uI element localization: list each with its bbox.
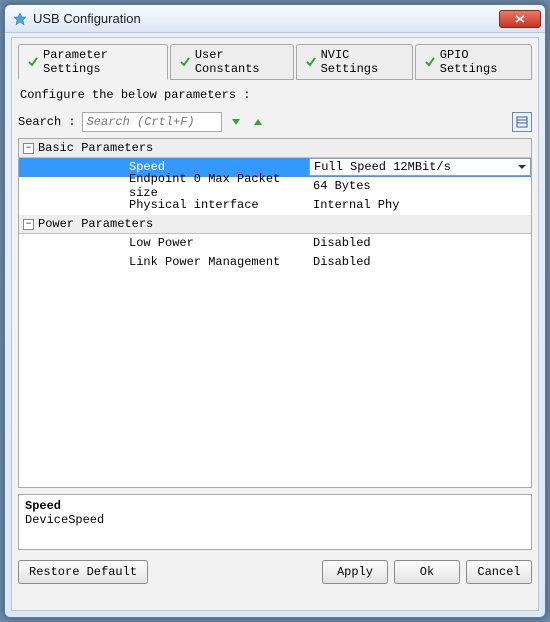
param-label: Low Power: [19, 236, 309, 250]
tab-label: GPIO Settings: [440, 48, 523, 76]
check-icon: [179, 56, 191, 68]
tab-nvic-settings[interactable]: NVIC Settings: [296, 44, 413, 80]
param-row-phy[interactable]: Physical interface Internal Phy: [19, 196, 531, 215]
tab-label: NVIC Settings: [321, 48, 404, 76]
restore-default-button[interactable]: Restore Default: [18, 560, 148, 584]
show-grid-button[interactable]: [512, 112, 532, 132]
cancel-button[interactable]: Cancel: [466, 560, 532, 584]
param-label: Link Power Management: [19, 255, 309, 269]
collapse-icon[interactable]: −: [23, 143, 34, 154]
tab-user-constants[interactable]: User Constants: [170, 44, 294, 80]
group-basic-parameters[interactable]: − Basic Parameters: [19, 139, 531, 158]
param-row-ep0[interactable]: Endpoint 0 Max Packet size 64 Bytes: [19, 177, 531, 196]
collapse-icon[interactable]: −: [23, 219, 34, 230]
param-value[interactable]: 64 Bytes: [309, 179, 531, 193]
description-box: Speed DeviceSpeed: [18, 494, 532, 550]
group-power-parameters[interactable]: − Power Parameters: [19, 215, 531, 234]
param-row-lpm[interactable]: Link Power Management Disabled: [19, 253, 531, 272]
tab-gpio-settings[interactable]: GPIO Settings: [415, 44, 532, 80]
param-value-text: Full Speed 12MBit/s: [314, 160, 451, 174]
search-label: Search :: [18, 115, 76, 129]
check-icon: [305, 56, 317, 68]
search-input[interactable]: [82, 112, 222, 132]
tab-parameter-settings[interactable]: Parameter Settings: [18, 44, 168, 80]
ok-button[interactable]: Ok: [394, 560, 460, 584]
tab-label: User Constants: [195, 48, 285, 76]
button-row: Restore Default Apply Ok Cancel: [18, 560, 532, 584]
list-icon: [516, 116, 528, 128]
param-dropdown-speed[interactable]: Full Speed 12MBit/s: [309, 158, 531, 176]
group-label: Power Parameters: [38, 217, 153, 231]
search-row: Search :: [18, 112, 532, 132]
window: USB Configuration Parameter Settings Use…: [4, 4, 546, 618]
param-row-lowpower[interactable]: Low Power Disabled: [19, 234, 531, 253]
description-title: Speed: [25, 499, 525, 513]
search-prev-button[interactable]: [250, 114, 266, 130]
client-area: Parameter Settings User Constants NVIC S…: [11, 37, 539, 611]
check-icon: [424, 56, 436, 68]
param-value[interactable]: Disabled: [309, 236, 531, 250]
instruction-text: Configure the below parameters :: [20, 88, 532, 102]
titlebar[interactable]: USB Configuration: [5, 5, 545, 33]
tab-label: Parameter Settings: [43, 48, 159, 76]
apply-button[interactable]: Apply: [322, 560, 388, 584]
close-button[interactable]: [499, 10, 541, 28]
close-icon: [515, 15, 525, 23]
app-icon: [13, 12, 27, 26]
chevron-down-icon: [518, 165, 526, 169]
check-icon: [27, 56, 39, 68]
param-label: Physical interface: [19, 198, 309, 212]
group-label: Basic Parameters: [38, 141, 153, 155]
arrow-down-icon: [230, 116, 242, 128]
param-value[interactable]: Disabled: [309, 255, 531, 269]
search-next-button[interactable]: [228, 114, 244, 130]
tabstrip: Parameter Settings User Constants NVIC S…: [18, 44, 532, 80]
window-title: USB Configuration: [33, 11, 141, 26]
parameter-grid: − Basic Parameters Speed Full Speed 12MB…: [18, 138, 532, 488]
description-body: DeviceSpeed: [25, 513, 525, 527]
param-value[interactable]: Internal Phy: [309, 198, 531, 212]
arrow-up-icon: [252, 116, 264, 128]
